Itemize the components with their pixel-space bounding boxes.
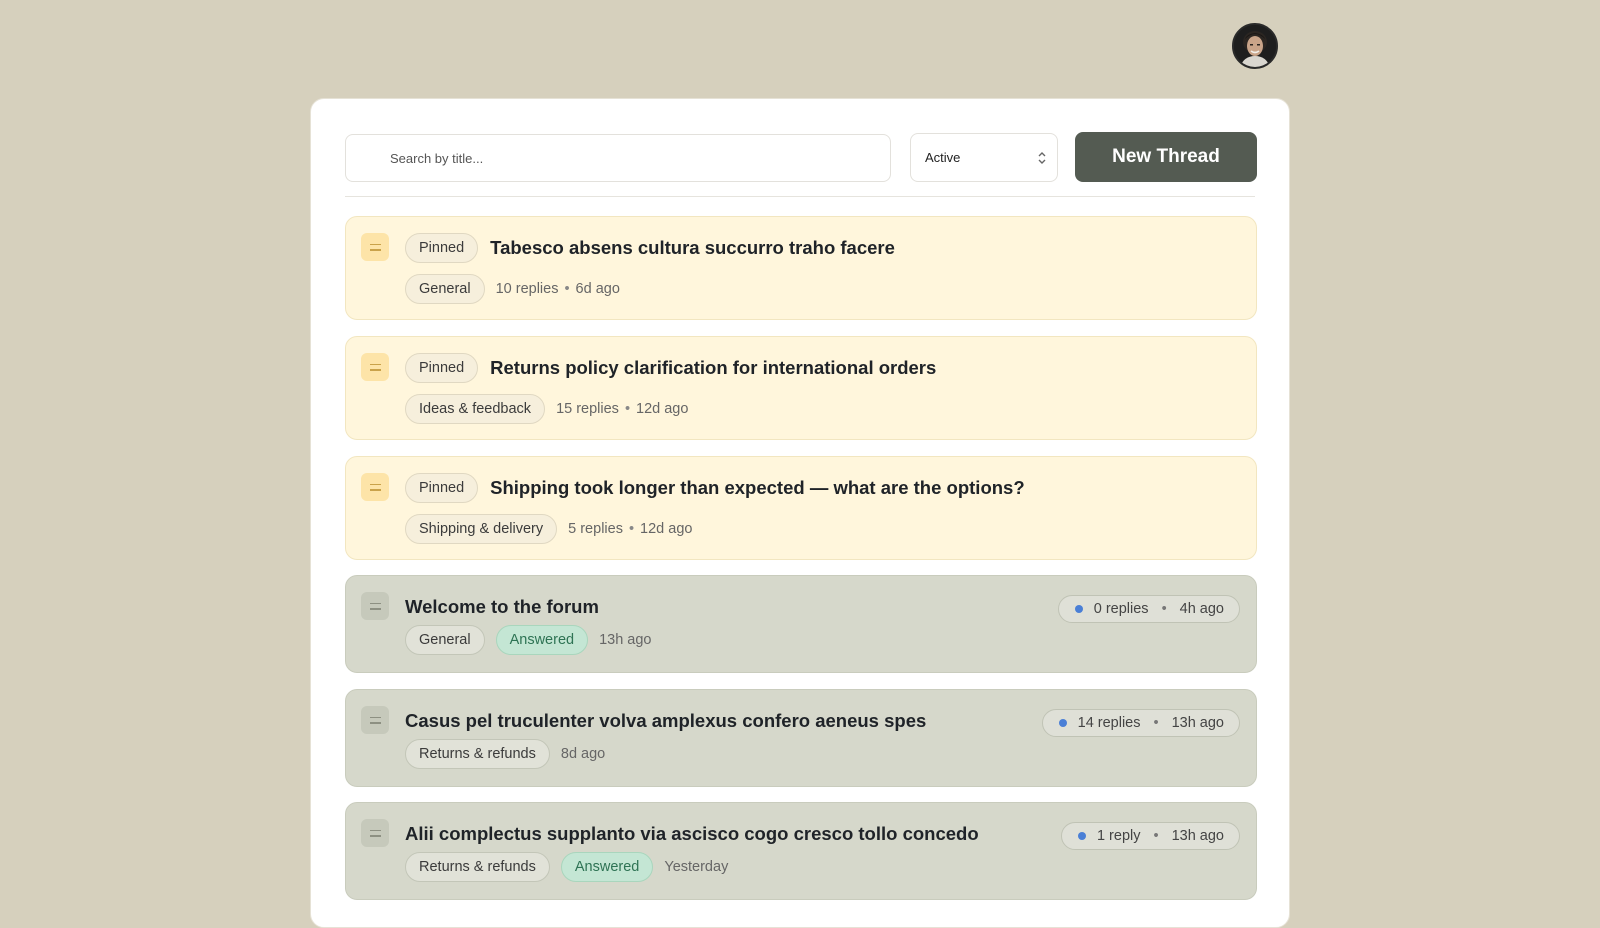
thread-title[interactable]: Tabesco absens cultura succurro traho fa… [490,237,895,259]
drag-handle-icon[interactable] [361,592,389,620]
last-activity: 4h ago [1179,601,1224,617]
thread-activity-stat: 1 reply • 13h ago [1060,822,1240,850]
meta-separator: • [628,521,635,537]
thread-age: 12d ago [640,521,693,537]
thread-card[interactable]: Pinned Shipping took longer than expecte… [345,456,1257,560]
thread-activity-stat: 14 replies • 13h ago [1041,709,1240,737]
chevron-updown-icon [1038,152,1046,164]
thread-title[interactable]: Welcome to the forum [405,596,599,618]
thread-created: 8d ago [560,746,606,762]
pinned-badge: Pinned [405,353,479,383]
status-filter-select[interactable]: Active [910,133,1058,182]
category-tag[interactable]: General [405,274,485,304]
category-tag[interactable]: Returns & refunds [405,852,550,882]
drag-handle-icon[interactable] [361,233,389,261]
thread-card[interactable]: Casus pel truculenter volva amplexus con… [345,689,1257,787]
category-tag[interactable]: Returns & refunds [405,739,550,769]
drag-handle-icon[interactable] [361,819,389,847]
reply-count: 14 replies [1077,715,1141,731]
new-thread-button[interactable]: New Thread [1075,132,1257,182]
search-input[interactable] [346,135,890,181]
pinned-badge: Pinned [405,233,479,263]
thread-activity-stat: 0 replies • 4h ago [1057,595,1240,623]
forum-panel: Active New Thread Pinned Tabesco absens … [310,98,1290,928]
last-activity: 13h ago [1171,828,1224,844]
thread-meta: 10 replies • 6d ago [496,281,620,297]
category-tag[interactable]: General [405,625,485,655]
answered-badge: Answered [495,625,589,655]
thread-title[interactable]: Casus pel truculenter volva amplexus con… [405,710,926,732]
meta-separator: • [1153,715,1159,731]
reply-count: 1 reply [1096,828,1141,844]
thread-card[interactable]: Pinned Returns policy clarification for … [345,336,1257,440]
thread-title[interactable]: Alii complectus supplanto via ascisco co… [405,823,979,845]
thread-card[interactable]: Welcome to the forum General Answered 13… [345,575,1257,673]
reply-count: 15 replies [556,401,619,417]
category-tag[interactable]: Ideas & feedback [405,394,546,424]
search-box [345,134,891,182]
thread-title[interactable]: Shipping took longer than expected — wha… [490,477,1024,499]
unread-dot-icon [1077,832,1086,840]
reply-count: 0 replies [1093,601,1149,617]
thread-created: Yesterday [664,859,729,875]
thread-age: 6d ago [575,281,620,297]
thread-age: 12d ago [636,401,689,417]
thread-toolbar: Active New Thread [345,132,1257,183]
toolbar-divider [345,196,1255,197]
meta-separator: • [624,401,631,417]
user-avatar[interactable] [1232,23,1278,69]
unread-dot-icon [1058,719,1067,727]
thread-created: 13h ago [599,632,652,648]
thread-card[interactable]: Pinned Tabesco absens cultura succurro t… [345,216,1257,320]
thread-title[interactable]: Returns policy clarification for interna… [490,357,936,379]
drag-handle-icon[interactable] [361,353,389,381]
drag-handle-icon[interactable] [361,706,389,734]
thread-meta: 15 replies • 12d ago [556,401,688,417]
meta-separator: • [1161,601,1167,617]
answered-badge: Answered [560,852,654,882]
drag-handle-icon[interactable] [361,473,389,501]
avatar-image [1234,25,1276,67]
unread-dot-icon [1074,605,1083,613]
meta-separator: • [1153,828,1159,844]
thread-card[interactable]: Alii complectus supplanto via ascisco co… [345,802,1257,900]
last-activity: 13h ago [1171,715,1224,731]
pinned-badge: Pinned [405,473,479,503]
reply-count: 10 replies [495,281,559,297]
meta-separator: • [564,281,570,297]
category-tag[interactable]: Shipping & delivery [405,514,558,544]
reply-count: 5 replies [568,521,623,537]
status-filter-value: Active [925,150,961,165]
thread-meta: 5 replies • 12d ago [568,521,692,537]
